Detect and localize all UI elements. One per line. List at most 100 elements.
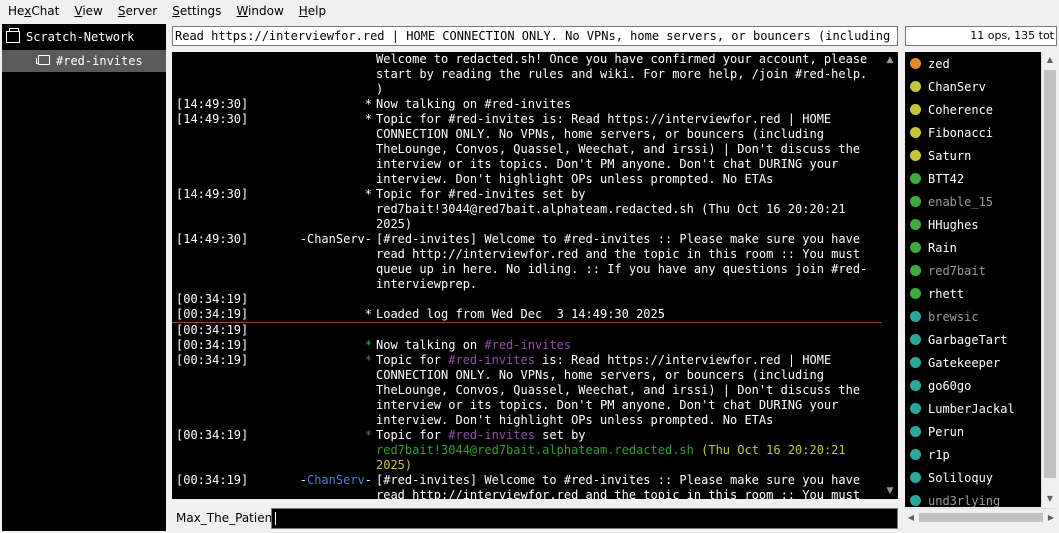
user-list-item[interactable]: r1p <box>905 443 1041 466</box>
user-status-icon <box>910 196 921 207</box>
timestamp: [14:49:30] <box>176 232 249 246</box>
timestamp: [00:34:19] <box>176 428 249 442</box>
server-icon <box>6 28 20 43</box>
nick: -ChanServ- <box>299 473 372 487</box>
user-status-icon <box>910 472 921 483</box>
user-status-icon <box>910 426 921 437</box>
nick-button[interactable]: Max_The_Patient <box>172 508 277 528</box>
chat-line: [14:49:30] * Now talking on #red-invites <box>172 97 882 112</box>
message-text: Topic for #red-invites is: Read https://… <box>376 112 868 186</box>
scroll-thumb[interactable] <box>1044 70 1056 478</box>
nick: * <box>364 353 372 367</box>
user-list-item[interactable]: Rain <box>905 236 1041 259</box>
nick: * <box>364 187 372 201</box>
user-list-item[interactable]: Saturn <box>905 144 1041 167</box>
user-list-item[interactable]: red7bait <box>905 259 1041 282</box>
message-text: Welcome to redacted.sh! Once you have co… <box>376 52 875 96</box>
user-list-item[interactable]: Perun <box>905 420 1041 443</box>
user-status-icon <box>910 173 921 184</box>
user-status-icon <box>910 104 921 115</box>
chat-line: [00:34:19] * Now talking on #red-invites <box>172 338 882 353</box>
channel-name: #red-invites <box>56 54 143 68</box>
user-name: LumberJackal <box>928 401 1015 416</box>
tree-item-server[interactable]: Scratch-Network <box>2 26 166 48</box>
user-list-item[interactable]: enable_15 <box>905 190 1041 213</box>
user-name: Perun <box>928 424 965 439</box>
timestamp: [00:34:19] <box>176 323 249 337</box>
user-name: brewsic <box>928 309 979 324</box>
chat-log[interactable]: Welcome to redacted.sh! Once you have co… <box>172 52 882 499</box>
user-status-icon <box>910 219 921 230</box>
user-list-item[interactable]: Gatekeeper <box>905 351 1041 374</box>
message-text: Now talking on #red-invites <box>376 338 572 352</box>
user-list-item[interactable]: go60go <box>905 374 1041 397</box>
user-list-item[interactable]: LumberJackal <box>905 397 1041 420</box>
menu-hexchat[interactable]: HexChat <box>0 0 66 22</box>
chat-scrollbar[interactable]: ▲ ▼ <box>882 52 898 499</box>
menu-settings[interactable]: Settings <box>164 0 228 22</box>
user-status-icon <box>910 311 921 322</box>
user-list-item[interactable]: zed <box>905 52 1041 75</box>
scroll-up-icon[interactable]: ▲ <box>1042 52 1058 68</box>
user-list-hscrollbar[interactable]: ◀ ▶ <box>905 508 1057 526</box>
user-status-icon <box>910 265 921 276</box>
chat-line: [14:49:30] * Topic for #red-invites set by… <box>172 187 882 232</box>
user-list-scrollbar[interactable]: ▲ ▼ <box>1041 52 1058 507</box>
user-name: Gatekeeper <box>928 355 1001 370</box>
user-name: go60go <box>928 378 972 393</box>
user-name: Soliloquy <box>928 470 994 485</box>
timestamp: [14:49:30] <box>176 187 249 201</box>
scroll-down-icon[interactable]: ▼ <box>882 483 898 499</box>
user-list-item[interactable]: Coherence <box>905 98 1041 121</box>
user-list-item[interactable]: Fibonacci <box>905 121 1041 144</box>
user-name: enable_15 <box>928 194 994 209</box>
channel-icon <box>36 55 50 65</box>
user-list-item[interactable]: brewsic <box>905 305 1041 328</box>
chat-line: [14:49:30] -ChanServ- [#red-invites] Welco… <box>172 232 882 292</box>
menu-window[interactable]: Window <box>228 0 290 22</box>
user-status-icon <box>910 334 921 345</box>
user-list-item[interactable]: HHughes <box>905 213 1041 236</box>
timestamp: [14:49:30] <box>176 112 249 126</box>
scroll-down-icon[interactable]: ▼ <box>1042 491 1058 507</box>
topic-bar[interactable]: Read https://interviewfor.red | HOME CON… <box>172 26 898 46</box>
user-name: ChanServ <box>928 79 986 94</box>
user-name: zed <box>928 56 950 71</box>
timestamp: [00:34:19] <box>176 473 249 487</box>
user-list-item[interactable]: GarbageTart <box>905 328 1041 351</box>
user-status-icon <box>910 81 921 92</box>
timestamp: [14:49:30] <box>176 97 249 111</box>
scroll-right-icon[interactable]: ▶ <box>1045 509 1057 526</box>
user-name: r1p <box>928 447 950 462</box>
timestamp: [00:34:19] <box>176 307 249 321</box>
message-input[interactable] <box>271 508 898 529</box>
user-status-icon <box>910 380 921 391</box>
message-text: Topic for #red-invites is: Read https://… <box>376 353 868 427</box>
user-list-item[interactable]: rhett <box>905 282 1041 305</box>
chat-line: Welcome to redacted.sh! Once you have co… <box>172 52 882 97</box>
chat-line: [00:34:19] * Topic for #red-invites is: Re… <box>172 353 882 428</box>
scroll-thumb[interactable] <box>919 513 1043 522</box>
menu-server[interactable]: Server <box>110 0 164 22</box>
tree-item-channel[interactable]: #red-invites <box>2 50 166 72</box>
user-name: GarbageTart <box>928 332 1008 347</box>
user-list-item[interactable]: und3rlying <box>905 489 1041 507</box>
user-list-item[interactable]: ChanServ <box>905 75 1041 98</box>
user-name: rhett <box>928 286 965 301</box>
menu-view[interactable]: View <box>66 0 109 22</box>
message-text: [#red-invites] Welcome to #red-invites :… <box>376 473 861 499</box>
user-name: HHughes <box>928 217 979 232</box>
scroll-left-icon[interactable]: ◀ <box>905 509 917 526</box>
nick: * <box>364 97 372 111</box>
scroll-up-icon[interactable]: ▲ <box>882 52 898 68</box>
user-status-icon <box>910 242 921 253</box>
message-text: Loaded log from Wed Dec 3 14:49:30 2025 <box>376 307 665 321</box>
user-count: 11 ops, 135 tot <box>905 26 1057 46</box>
chat-line: [00:34:19] <box>172 292 882 307</box>
user-list-item[interactable]: BTT42 <box>905 167 1041 190</box>
menu-help[interactable]: Help <box>291 0 333 22</box>
user-list-item[interactable]: Soliloquy <box>905 466 1041 489</box>
timestamp: [00:34:19] <box>176 338 249 352</box>
nick: * <box>364 338 372 352</box>
chat-line: [00:34:19] * Topic for #red-invites set by… <box>172 428 882 473</box>
